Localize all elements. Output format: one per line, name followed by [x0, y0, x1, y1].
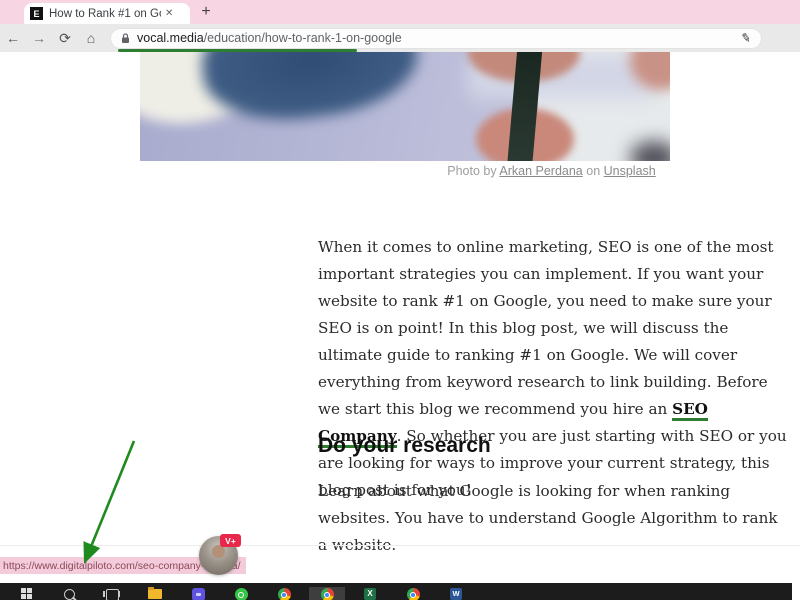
tab-strip: E How to Rank #1 on Google | Edu ✕ +	[0, 0, 800, 24]
home-icon[interactable]: ⌂	[78, 30, 104, 46]
pen-cursor-icon: ✎	[740, 30, 752, 46]
browser-tab[interactable]: E How to Rank #1 on Google | Edu ✕	[24, 3, 190, 24]
url-domain: vocal.media	[137, 31, 204, 45]
hero-image	[140, 52, 670, 161]
browser-toolbar: ← → ⟳ ⌂ vocal.media/education/how-to-ran…	[0, 24, 800, 52]
site-favicon-icon: E	[30, 7, 43, 20]
purple-app-taskbar-icon[interactable]	[180, 587, 216, 600]
url-text: vocal.media/education/how-to-rank-1-on-g…	[137, 31, 402, 45]
close-tab-icon[interactable]: ✕	[165, 8, 173, 19]
page-content: Photo by Arkan Perdana on Unsplash When …	[0, 52, 800, 583]
url-green-underline-annotation	[118, 49, 357, 52]
reload-icon[interactable]: ⟳	[52, 30, 78, 47]
section-heading: Do your research	[318, 434, 491, 458]
address-bar[interactable]: vocal.media/education/how-to-rank-1-on-g…	[110, 28, 762, 49]
footer-divider	[0, 545, 800, 546]
chrome-taskbar-icon[interactable]	[395, 587, 431, 600]
video-badge: V+	[220, 534, 241, 547]
word-taskbar-icon[interactable]	[438, 587, 474, 600]
forward-icon[interactable]: →	[26, 30, 52, 46]
photo-author-link[interactable]: Arkan Perdana	[499, 164, 582, 178]
chrome-taskbar-icon[interactable]	[266, 587, 302, 600]
taskbar-icons	[8, 587, 481, 600]
photo-credit: Photo by Arkan Perdana on Unsplash	[318, 164, 785, 178]
new-tab-button[interactable]: +	[196, 2, 216, 22]
chrome-taskbar-icon[interactable]	[309, 587, 345, 600]
search-taskbar-icon[interactable]	[51, 587, 87, 600]
tab-title: How to Rank #1 on Google | Edu	[49, 8, 161, 20]
floating-video-widget[interactable]: V+	[199, 536, 238, 575]
research-paragraph: Learn about what Google is looking for w…	[318, 478, 788, 559]
file-explorer-taskbar-icon[interactable]	[137, 587, 173, 600]
start-taskbar-icon[interactable]	[8, 587, 44, 600]
excel-taskbar-icon[interactable]	[352, 587, 388, 600]
lock-icon	[121, 33, 130, 44]
taskbar	[0, 583, 792, 600]
task-view-taskbar-icon[interactable]	[94, 587, 130, 600]
back-icon[interactable]: ←	[0, 30, 26, 46]
intro-paragraph: When it comes to online marketing, SEO i…	[318, 234, 788, 504]
url-path: /education/how-to-rank-1-on-google	[204, 31, 402, 45]
whatsapp-taskbar-icon[interactable]	[223, 587, 259, 600]
unsplash-link[interactable]: Unsplash	[604, 164, 656, 178]
